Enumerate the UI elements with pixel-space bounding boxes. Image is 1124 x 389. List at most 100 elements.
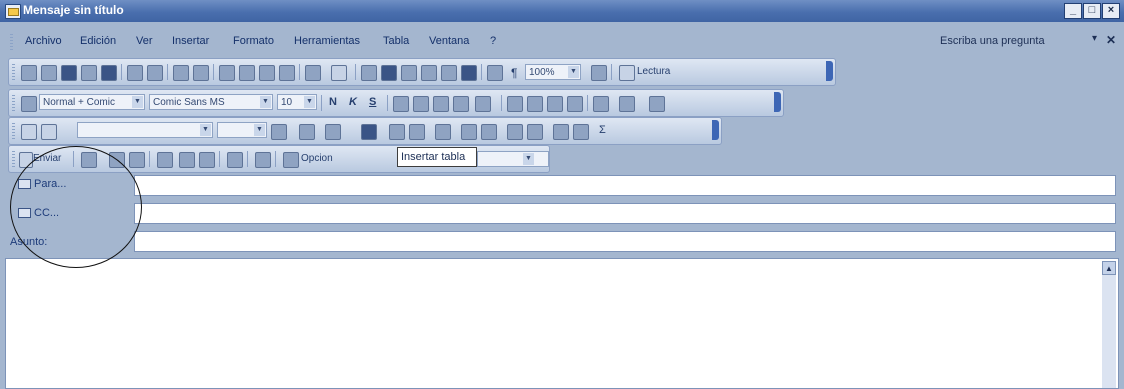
border-color-icon[interactable] [271,124,287,140]
menu-insertar[interactable]: Insertar [172,35,209,47]
options-icon[interactable] [283,152,299,168]
menu-tabla[interactable]: Tabla [383,35,409,47]
scroll-up-icon[interactable]: ▲ [1102,261,1116,275]
toolbar-grip[interactable] [12,64,15,80]
help-icon[interactable] [591,65,607,81]
autosum-icon[interactable]: Σ [599,124,606,136]
autoformat-icon[interactable] [507,124,523,140]
paste-icon[interactable] [259,65,275,81]
drawing-icon[interactable] [461,65,477,81]
toolbar-grip[interactable] [12,151,15,167]
distribute-rows-icon[interactable] [461,124,477,140]
reading-label[interactable]: Lectura [637,66,670,77]
follow-up-flag-icon[interactable] [227,152,243,168]
split-cells-icon[interactable] [409,124,425,140]
permission-icon[interactable] [81,65,97,81]
attach-icon[interactable] [101,65,117,81]
open-icon[interactable] [41,65,57,81]
permission-icon[interactable] [255,152,271,168]
redo-icon[interactable] [331,65,347,81]
undo-icon[interactable] [305,65,321,81]
menu-grip[interactable] [10,34,13,50]
draw-table-icon[interactable] [21,124,37,140]
spelling-icon[interactable] [173,65,189,81]
to-field[interactable] [134,175,1116,196]
toolbar-grip[interactable] [12,123,15,139]
align-cell-icon[interactable] [435,124,451,140]
cc-field[interactable] [134,203,1116,224]
copy-icon[interactable] [239,65,255,81]
new-icon[interactable] [21,65,37,81]
highlight-icon[interactable] [619,96,635,112]
increase-indent-icon[interactable] [567,96,583,112]
hyperlink-icon[interactable] [361,65,377,81]
text-direction-icon[interactable] [527,124,543,140]
cut-icon[interactable] [219,65,235,81]
show-hide-icon[interactable]: ¶ [511,66,517,80]
message-body[interactable]: ▲ [5,258,1119,389]
bullets-icon[interactable] [527,96,543,112]
sort-descending-icon[interactable] [573,124,589,140]
align-right-icon[interactable] [433,96,449,112]
eraser-icon[interactable] [41,124,57,140]
line-style-dropdown[interactable]: ▼ [77,122,213,138]
menu-edicion[interactable]: Edición [80,35,116,47]
reading-icon[interactable] [619,65,635,81]
toolbar-grip[interactable] [12,95,15,111]
style-dropdown[interactable]: Normal + Comic ▼ [39,94,145,110]
low-importance-icon[interactable] [199,152,215,168]
close-button[interactable]: × [1102,3,1120,19]
insert-table-button[interactable] [361,124,377,140]
bold-button[interactable]: N [329,96,337,108]
menu-formato[interactable]: Formato [233,35,274,47]
font-color-icon[interactable] [649,96,665,112]
help-search-input[interactable]: Escriba una pregunta [940,35,1045,47]
styles-icon[interactable] [21,96,37,112]
italic-button[interactable]: K [349,96,357,108]
maximize-button[interactable]: □ [1083,3,1101,19]
columns-icon[interactable] [441,65,457,81]
minimize-button[interactable]: _ [1064,3,1082,19]
menu-ventana[interactable]: Ventana [429,35,469,47]
menu-ver[interactable]: Ver [136,35,153,47]
outside-border-icon[interactable] [299,124,315,140]
vertical-scrollbar[interactable]: ▲ [1102,261,1116,388]
save-icon[interactable] [61,65,77,81]
align-center-icon[interactable] [413,96,429,112]
underline-button[interactable]: S [369,96,376,108]
menu-help[interactable]: ? [490,35,496,47]
size-dropdown[interactable]: 10 ▼ [277,94,317,110]
tables-borders-icon[interactable] [381,65,397,81]
decrease-indent-icon[interactable] [547,96,563,112]
line-spacing-icon[interactable] [475,96,491,112]
align-left-icon[interactable] [393,96,409,112]
format-painter-icon[interactable] [279,65,295,81]
toolbar-options-icon[interactable] [774,92,781,112]
preview-icon[interactable] [147,65,163,81]
insert-excel-icon[interactable] [421,65,437,81]
check-names-icon[interactable] [129,152,145,168]
border-icon[interactable] [593,96,609,112]
research-icon[interactable] [193,65,209,81]
merge-cells-icon[interactable] [389,124,405,140]
close-document-icon[interactable]: ✕ [1106,33,1116,47]
font-dropdown[interactable]: Comic Sans MS ▼ [149,94,273,110]
numbering-icon[interactable] [507,96,523,112]
line-weight-dropdown[interactable]: ▼ [217,122,267,138]
menu-herramientas[interactable]: Herramientas [294,35,360,47]
toolbar-options-icon[interactable] [826,61,833,81]
sort-ascending-icon[interactable] [553,124,569,140]
shading-color-icon[interactable] [325,124,341,140]
high-importance-icon[interactable] [179,152,195,168]
justify-icon[interactable] [453,96,469,112]
help-dropdown-icon[interactable]: ▾ [1092,33,1097,44]
document-map-icon[interactable] [487,65,503,81]
subject-field[interactable] [134,231,1116,252]
insert-table-icon[interactable] [401,65,417,81]
menu-archivo[interactable]: Archivo [25,35,62,47]
toolbar-options-icon[interactable] [712,120,719,140]
distribute-columns-icon[interactable] [481,124,497,140]
options-button[interactable]: Opcion [301,153,333,164]
zoom-dropdown[interactable]: 100% ▼ [525,64,581,80]
format-dropdown[interactable]: ▼ [477,151,549,167]
